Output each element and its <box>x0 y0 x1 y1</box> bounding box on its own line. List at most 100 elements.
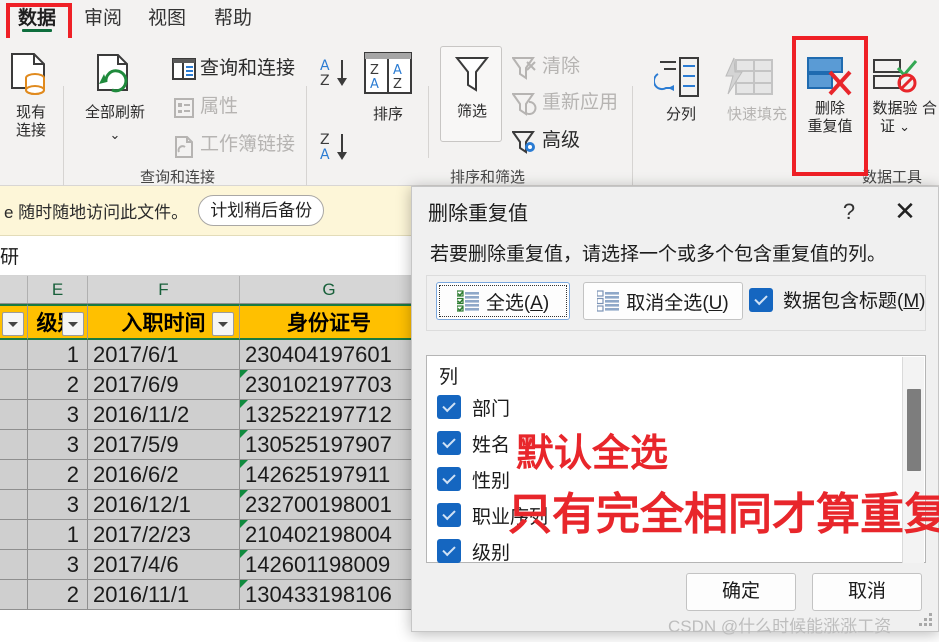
data-has-headers-checkbox[interactable]: 数据包含标题(M) <box>749 286 926 313</box>
cell-hire-date[interactable]: 2017/4/6 <box>88 550 240 580</box>
row-header-cell[interactable] <box>0 460 28 490</box>
cell-level[interactable]: 3 <box>28 490 88 520</box>
ok-button[interactable]: 确定 <box>686 573 796 611</box>
dialog-toolbar-panel: 全选(A) 取消全选(U) 数据包含标题(M) <box>426 275 926 331</box>
cell-hire-date[interactable]: 2017/2/23 <box>88 520 240 550</box>
cell-hire-date[interactable]: 2016/12/1 <box>88 490 240 520</box>
cell-id-number[interactable]: 130525197907 <box>240 430 419 460</box>
sort-ascending-icon[interactable]: A Z <box>318 56 354 92</box>
row-header-cell[interactable] <box>0 490 28 520</box>
cell-id-number[interactable]: 142601198009 <box>240 550 419 580</box>
list-item[interactable]: 性别 <box>437 464 510 494</box>
ribbon-divider-1 <box>63 86 64 194</box>
cell-id-number[interactable]: 232700198001 <box>240 490 419 520</box>
cell-level[interactable]: 1 <box>28 340 88 370</box>
table-row[interactable]: 3 2017/4/6 142601198009 <box>0 550 419 580</box>
list-item[interactable]: 姓名 <box>437 428 510 458</box>
chevron-down-icon[interactable]: ⌄ <box>68 126 162 144</box>
cell-id-number[interactable]: 230404197601 <box>240 340 419 370</box>
table-row[interactable]: 1 2017/2/23 210402198004 <box>0 520 419 550</box>
error-indicator-icon <box>240 580 248 588</box>
cell-level[interactable]: 2 <box>28 370 88 400</box>
help-icon[interactable]: ? <box>834 197 864 227</box>
tab-data[interactable]: 数据 <box>12 4 62 34</box>
table-row[interactable]: 2 2016/6/2 142625197911 <box>0 460 419 490</box>
queries-connections-button[interactable]: 查询和连接 <box>200 59 295 78</box>
row-header-cell[interactable] <box>0 340 28 370</box>
cell-hire-date[interactable]: 2016/11/1 <box>88 580 240 610</box>
list-item[interactable]: 级别 <box>437 536 510 566</box>
cell-level[interactable]: 1 <box>28 520 88 550</box>
unselect-all-button[interactable]: 取消全选(U) <box>583 282 743 320</box>
sort-descending-icon[interactable]: Z A <box>318 130 354 166</box>
checkbox-checked-icon[interactable] <box>437 539 461 563</box>
row-header-cell[interactable] <box>0 430 28 460</box>
checkbox-checked-icon[interactable] <box>437 467 461 491</box>
cell-hire-date[interactable]: 2016/6/2 <box>88 460 240 490</box>
checkbox-checked-icon[interactable] <box>437 395 461 419</box>
cell-id-number[interactable]: 210402198004 <box>240 520 419 550</box>
cell-id-number[interactable]: 130433198106 <box>240 580 419 610</box>
backup-later-button[interactable]: 计划稍后备份 <box>198 195 325 226</box>
filter-dropdown-partial[interactable] <box>2 312 24 336</box>
tab-help[interactable]: 帮助 <box>208 4 258 34</box>
tab-review[interactable]: 审阅 <box>78 4 128 34</box>
cancel-button[interactable]: 取消 <box>812 573 922 611</box>
list-item[interactable]: 部门 <box>437 392 510 422</box>
properties-label: 属性 <box>200 96 239 117</box>
cell-hire-date[interactable]: 2017/5/9 <box>88 430 240 460</box>
table-row[interactable]: 1 2017/6/1 230404197601 <box>0 340 419 370</box>
row-header-cell[interactable] <box>0 400 28 430</box>
cell-id-number[interactable]: 142625197911 <box>240 460 419 490</box>
sort-button[interactable]: 排序 <box>360 106 416 124</box>
filter-dropdown-level[interactable] <box>62 312 84 336</box>
row-header-cell[interactable] <box>0 580 28 610</box>
column-header-F[interactable]: F <box>88 276 240 303</box>
checkbox-checked-icon[interactable] <box>437 431 461 455</box>
row-header-cell[interactable] <box>0 520 28 550</box>
advanced-filter-button[interactable]: 高级 <box>542 131 580 150</box>
refresh-all-button[interactable]: 全部刷新 ⌄ <box>68 104 162 144</box>
cell-level[interactable]: 3 <box>28 400 88 430</box>
listbox-scrollbar-thumb[interactable] <box>907 389 921 471</box>
resize-grip-icon[interactable] <box>919 613 933 627</box>
filter-icon <box>455 55 489 95</box>
select-all-icon <box>456 290 479 312</box>
column-header-partial[interactable] <box>0 276 28 303</box>
remove-duplicates-button[interactable]: 删除 重复值 <box>796 100 864 136</box>
cell-hire-date[interactable]: 2016/11/2 <box>88 400 240 430</box>
ribbon-divider-2 <box>306 86 307 194</box>
filter-button[interactable]: 筛选 <box>440 46 502 142</box>
remove-duplicates-label-2: 重复值 <box>807 118 853 135</box>
consolidate-button[interactable]: 合 <box>922 100 939 118</box>
data-validation-chevron-down-icon[interactable]: ⌄ <box>899 119 910 134</box>
formula-bar[interactable]: 研 <box>0 236 419 276</box>
table-row[interactable]: 3 2017/5/9 130525197907 <box>0 430 419 460</box>
annotation-default-select-all: 默认全选 <box>516 431 669 475</box>
table-row[interactable]: 3 2016/12/1 232700198001 <box>0 490 419 520</box>
column-header-E[interactable]: E <box>28 276 88 303</box>
close-icon[interactable]: ✕ <box>888 195 922 229</box>
cell-hire-date[interactable]: 2017/6/9 <box>88 370 240 400</box>
checkbox-checked-icon[interactable] <box>437 503 461 527</box>
cell-level[interactable]: 3 <box>28 430 88 460</box>
filter-dropdown-hire-date[interactable] <box>212 312 234 336</box>
table-row[interactable]: 2 2017/6/9 230102197703 <box>0 370 419 400</box>
data-validation-button[interactable]: 数据验 证 ⌄ <box>862 100 928 136</box>
table-row[interactable]: 2 2016/11/1 130433198106 <box>0 580 419 610</box>
cell-level[interactable]: 2 <box>28 460 88 490</box>
tab-view[interactable]: 视图 <box>142 4 192 34</box>
table-row[interactable]: 3 2016/11/2 132522197712 <box>0 400 419 430</box>
cell-level[interactable]: 2 <box>28 580 88 610</box>
existing-connection-button[interactable]: 现有 连接 <box>0 104 62 140</box>
column-header-G[interactable]: G <box>240 276 419 303</box>
row-header-cell[interactable] <box>0 550 28 580</box>
cell-id-number[interactable]: 132522197712 <box>240 400 419 430</box>
tab-help-label: 帮助 <box>214 8 253 29</box>
text-to-columns-button[interactable]: 分列 <box>652 106 710 124</box>
cell-level[interactable]: 3 <box>28 550 88 580</box>
cell-id-number[interactable]: 230102197703 <box>240 370 419 400</box>
row-header-cell[interactable] <box>0 370 28 400</box>
cell-hire-date[interactable]: 2017/6/1 <box>88 340 240 370</box>
select-all-button[interactable]: 全选(A) <box>436 282 570 320</box>
